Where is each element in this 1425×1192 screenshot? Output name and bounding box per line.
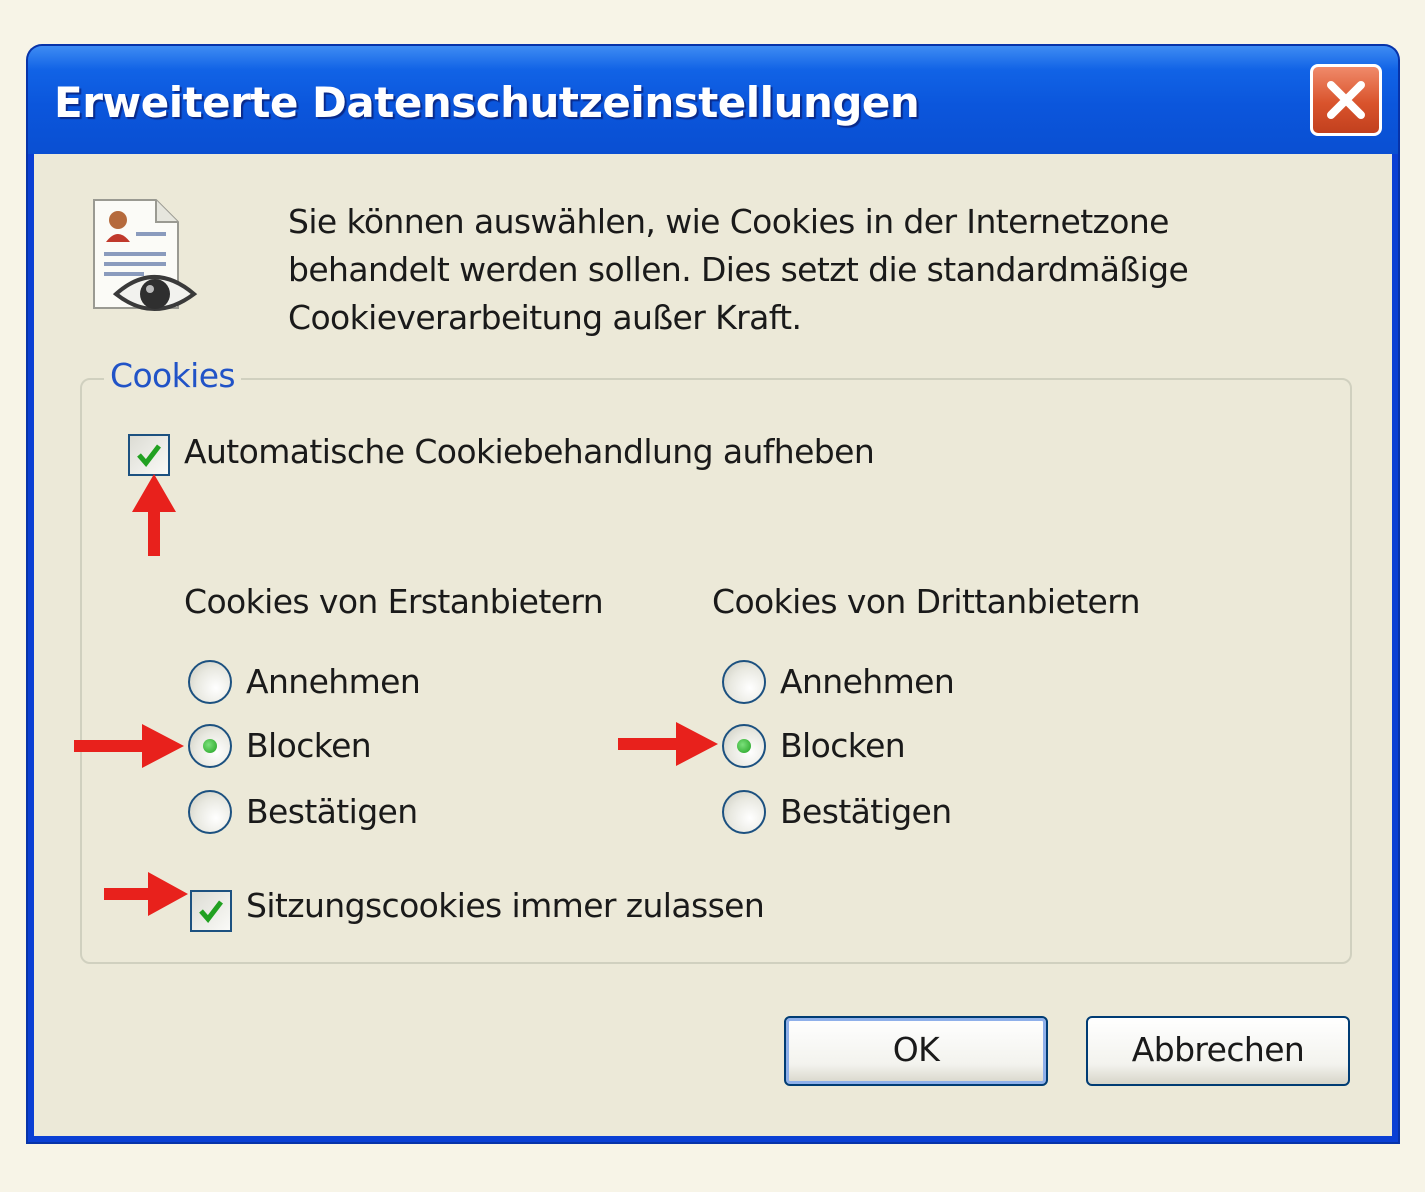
third-party-heading: Cookies von Drittanbietern <box>712 582 1141 621</box>
first-party-block-label[interactable]: Blocken <box>246 726 372 765</box>
third-party-prompt-label[interactable]: Bestätigen <box>780 792 952 831</box>
close-button[interactable] <box>1310 64 1382 136</box>
checkmark-icon <box>199 900 223 923</box>
cancel-button[interactable]: Abbrechen <box>1086 1016 1350 1086</box>
annotation-arrow-right-icon <box>104 872 188 916</box>
third-party-accept-radio[interactable] <box>722 660 766 704</box>
third-party-block-radio[interactable] <box>722 724 766 768</box>
first-party-block-radio[interactable] <box>188 724 232 768</box>
dialog-body: Sie können auswählen, wie Cookies in der… <box>34 154 1392 1136</box>
annotation-arrow-right-icon <box>618 722 718 766</box>
dialog-window: Erweiterte Datenschutzeinstellungen Sie … <box>28 46 1398 1142</box>
first-party-accept-label[interactable]: Annehmen <box>246 662 421 701</box>
annotation-arrow-up-icon <box>132 474 176 556</box>
checkmark-icon <box>137 444 161 467</box>
session-cookies-checkbox[interactable] <box>190 890 232 932</box>
intro-line-2: behandelt werden sollen. Dies setzt die … <box>288 250 1189 289</box>
override-automatic-label[interactable]: Automatische Cookiebehandlung aufheben <box>184 432 875 471</box>
annotation-arrow-right-icon <box>74 724 184 768</box>
third-party-block-label[interactable]: Blocken <box>780 726 906 765</box>
session-cookies-label[interactable]: Sitzungscookies immer zulassen <box>246 886 765 925</box>
first-party-heading: Cookies von Erstanbietern <box>184 582 604 621</box>
title-bar[interactable]: Erweiterte Datenschutzeinstellungen <box>28 46 1398 154</box>
third-party-accept-label[interactable]: Annehmen <box>780 662 955 701</box>
cookies-group-legend: Cookies <box>104 356 241 395</box>
intro-text: Sie können auswählen, wie Cookies in der… <box>288 198 1288 342</box>
third-party-prompt-radio[interactable] <box>722 790 766 834</box>
privacy-document-eye-icon <box>93 199 198 311</box>
first-party-accept-radio[interactable] <box>188 660 232 704</box>
intro-line-1: Sie können auswählen, wie Cookies in der… <box>288 202 1169 241</box>
ok-button[interactable]: OK <box>784 1016 1048 1086</box>
first-party-prompt-label[interactable]: Bestätigen <box>246 792 418 831</box>
window-title: Erweiterte Datenschutzeinstellungen <box>54 78 920 127</box>
first-party-prompt-radio[interactable] <box>188 790 232 834</box>
close-x-icon <box>1327 81 1365 119</box>
radio-selected-dot <box>203 739 217 753</box>
intro-line-3: Cookieverarbeitung außer Kraft. <box>288 298 802 337</box>
radio-selected-dot <box>737 739 751 753</box>
